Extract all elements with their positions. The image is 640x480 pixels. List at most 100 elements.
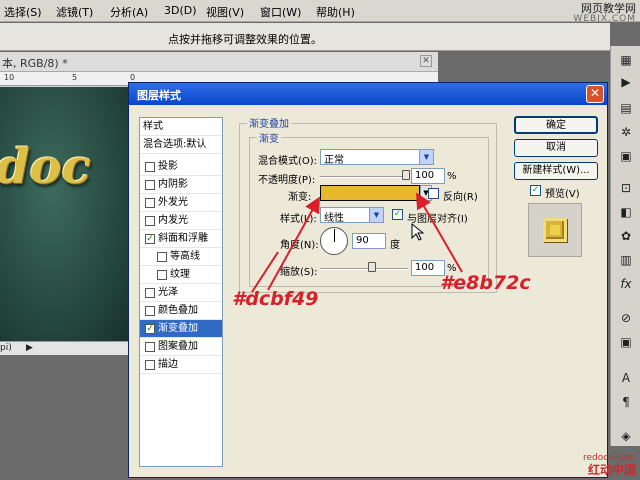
document-title-bar[interactable]: 本, RGB/8) * ✕ — [0, 52, 438, 72]
style-list-label: 斜面和浮雕 — [158, 233, 208, 244]
close-icon[interactable]: ✕ — [586, 85, 604, 103]
dialog-title-bar[interactable]: 图层样式 ✕ — [129, 83, 607, 105]
swatches-icon[interactable]: ▥ — [615, 250, 637, 270]
style-checkbox[interactable]: ✓ — [145, 234, 155, 244]
chevron-down-icon[interactable]: ▼ — [369, 208, 383, 222]
preview-checkbox[interactable]: ✓ — [530, 185, 541, 196]
menu-select[interactable]: 选择(S) — [4, 4, 42, 20]
cancel-button[interactable]: 取消 — [514, 139, 598, 157]
opacity-input[interactable]: 100 — [411, 168, 445, 184]
style-list-label: 内发光 — [158, 215, 188, 226]
style-list-item[interactable]: 内阴影 — [140, 176, 222, 194]
document-canvas[interactable]: doc — [0, 87, 130, 341]
canvas-gold-text: doc — [0, 139, 91, 195]
style-checkbox[interactable] — [145, 162, 155, 172]
style-checkbox[interactable] — [145, 360, 155, 370]
style-list-item[interactable]: 光泽 — [140, 284, 222, 302]
angle-unit: 度 — [390, 240, 400, 251]
style-list-label: 外发光 — [158, 197, 188, 208]
reverse-label: 反向(R) — [443, 192, 478, 203]
menu-analysis[interactable]: 分析(A) — [110, 4, 148, 20]
style-checkbox[interactable] — [145, 198, 155, 208]
palette-icon[interactable]: ✿ — [615, 226, 637, 246]
menu-3d[interactable]: 3D(D) — [164, 4, 197, 17]
style-list-item[interactable]: 样式 — [140, 118, 222, 136]
style-list-item[interactable]: 内发光 — [140, 212, 222, 230]
style-list-label: 投影 — [158, 161, 178, 172]
scale-slider-track[interactable] — [320, 268, 408, 270]
layers-stack-icon[interactable]: ◈ — [615, 426, 637, 446]
crop-icon[interactable]: ⊡ — [615, 178, 637, 198]
left-color-annotation: #dcbf49 — [232, 288, 319, 310]
menu-filter[interactable]: 滤镜(T) — [56, 4, 93, 20]
opacity-slider-thumb[interactable] — [402, 170, 410, 180]
style-list-item[interactable]: 投影 — [140, 158, 222, 176]
style-list-item[interactable]: 描边 — [140, 356, 222, 374]
style-list-label: 描边 — [158, 359, 178, 370]
menu-window[interactable]: 窗口(W) — [260, 4, 301, 20]
preview-swatch — [543, 218, 567, 242]
layer-comp-icon[interactable]: ◧ — [615, 202, 637, 222]
style-list-item[interactable]: ✓ 斜面和浮雕 — [140, 230, 222, 248]
histogram-icon[interactable]: ▤ — [615, 98, 637, 118]
close-icon[interactable]: ✕ — [420, 55, 432, 67]
reverse-checkbox[interactable] — [428, 188, 439, 199]
gradient-picker[interactable] — [320, 185, 420, 201]
site-watermark: 网页教学网 WEBJX.COM — [573, 3, 636, 25]
preview-swatch-inner — [550, 225, 560, 235]
new-style-button[interactable]: 新建样式(W)... — [514, 162, 598, 180]
footer-watermark: redocn.com 红动中国 — [583, 452, 636, 476]
scale-slider-thumb[interactable] — [368, 262, 376, 272]
blend-mode-select[interactable]: 正常 ▼ — [320, 149, 434, 166]
style-list-item[interactable]: 混合选项:默认 — [140, 136, 222, 154]
style-checkbox[interactable] — [145, 216, 155, 226]
style-preview — [528, 203, 582, 257]
style-checkbox[interactable] — [145, 180, 155, 190]
brush-icon[interactable]: ⊘ — [615, 308, 637, 328]
style-checkbox[interactable] — [145, 306, 155, 316]
menu-help[interactable]: 帮助(H) — [316, 4, 355, 20]
chevron-down-icon[interactable]: ▼ — [419, 150, 433, 164]
angle-indicator — [334, 229, 335, 242]
style-checkbox[interactable]: ✓ — [145, 324, 155, 334]
dialog-title: 图层样式 — [137, 89, 181, 102]
style-checkbox[interactable] — [157, 252, 167, 262]
paragraph-icon[interactable]: ¶ — [615, 392, 637, 412]
blend-mode-value: 正常 — [324, 155, 344, 166]
layers-panel-icon[interactable]: ▦ — [615, 50, 637, 70]
align-with-layer-checkbox[interactable]: ✓ — [392, 209, 403, 220]
play-panel-icon[interactable]: ▶ — [615, 72, 637, 92]
camera-icon[interactable]: ▣ — [615, 332, 637, 352]
style-list-label: 光泽 — [158, 287, 178, 298]
style-checkbox[interactable] — [145, 288, 155, 298]
style-list-item[interactable]: 等高线 — [140, 248, 222, 266]
align-with-layer-label: 与图层对齐(I) — [407, 214, 468, 225]
gradient-style-select[interactable]: 线性 ▼ — [320, 207, 384, 224]
right-color-annotation: #e8b72c — [440, 272, 531, 294]
style-list-item[interactable]: 图案叠加 — [140, 338, 222, 356]
angle-input[interactable]: 90 — [352, 233, 386, 249]
style-list-label: 等高线 — [170, 251, 200, 262]
style-list-label: 混合选项:默认 — [143, 139, 207, 150]
opacity-slider-track[interactable] — [320, 176, 408, 178]
gradient-style-value: 线性 — [324, 213, 344, 224]
scale-label: 缩放(S): — [280, 267, 318, 278]
style-label: 样式(L): — [280, 214, 317, 225]
style-list-item[interactable]: 纹理 — [140, 266, 222, 284]
style-list-item[interactable]: 外发光 — [140, 194, 222, 212]
angle-dial[interactable] — [320, 227, 348, 255]
character-icon[interactable]: A — [615, 368, 637, 388]
subgroup-title: 渐变 — [257, 130, 281, 145]
fx-icon[interactable]: fx — [615, 274, 637, 294]
play-arrow-icon[interactable]: ▶ — [26, 343, 33, 353]
ok-button[interactable]: 确定 — [514, 116, 598, 134]
style-checkbox[interactable] — [145, 342, 155, 352]
opacity-unit: % — [447, 171, 457, 182]
menu-view[interactable]: 视图(V) — [206, 4, 244, 20]
style-list-item[interactable]: 颜色叠加 — [140, 302, 222, 320]
blend-mode-label: 混合模式(O): — [258, 156, 318, 167]
sun-icon[interactable]: ✲ — [615, 122, 637, 142]
style-list-item[interactable]: ✓ 渐变叠加 — [140, 320, 222, 338]
image-icon[interactable]: ▣ — [615, 146, 637, 166]
style-checkbox[interactable] — [157, 270, 167, 280]
